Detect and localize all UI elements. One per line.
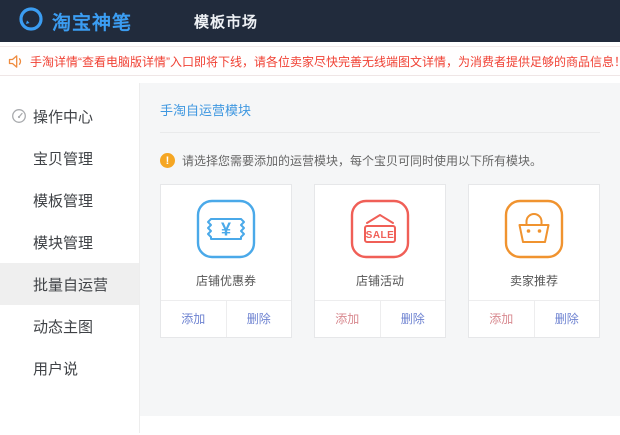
content-panel: 手淘自运营模块 ! 请选择您需要添加的运营模块，每个宝贝可同时使用以下所有模块。…: [140, 83, 620, 416]
sidebar-item-label: 模块管理: [33, 232, 93, 253]
card-footer: 添加 删除: [469, 300, 599, 337]
sidebar-item-item-management[interactable]: 宝贝管理: [0, 137, 139, 179]
card-label: 卖家推荐: [469, 272, 599, 289]
section-title: 手淘自运营模块: [160, 100, 600, 133]
svg-text:¥: ¥: [221, 220, 231, 240]
sidebar-item-template-management[interactable]: 模板管理: [0, 179, 139, 221]
card-store-coupon: ¥ 店铺优惠券 添加 删除: [160, 184, 292, 338]
sidebar-item-label: 模板管理: [33, 190, 93, 211]
add-button[interactable]: 添加: [315, 301, 381, 337]
announcement-bar: 手淘详情“查看电脑版详情”入口即将下线，请各位卖家尽快完善无线端图文详情，为消费…: [0, 46, 620, 76]
sidebar: 操作中心 宝贝管理 模板管理 模块管理 批量自运营 动态主图 用户说: [0, 83, 140, 433]
sidebar-item-label: 操作中心: [33, 106, 93, 127]
app-header: 淘宝神笔 模板市场: [0, 0, 620, 42]
sidebar-item-module-management[interactable]: 模块管理: [0, 221, 139, 263]
delete-button[interactable]: 删除: [381, 301, 446, 337]
app-logo[interactable]: 淘宝神笔: [18, 6, 132, 37]
delete-button[interactable]: 删除: [227, 301, 292, 337]
sidebar-item-operation-center[interactable]: 操作中心: [0, 95, 139, 137]
gauge-icon: [11, 108, 27, 124]
svg-text:SALE: SALE: [366, 230, 395, 241]
module-cards: ¥ 店铺优惠券 添加 删除: [160, 184, 600, 338]
tip-row: ! 请选择您需要添加的运营模块，每个宝贝可同时使用以下所有模块。: [160, 152, 600, 169]
delete-button[interactable]: 删除: [535, 301, 600, 337]
card-seller-recommendation: 卖家推荐 添加 删除: [468, 184, 600, 338]
nav-title-template-market[interactable]: 模板市场: [194, 11, 258, 32]
sidebar-item-label: 动态主图: [33, 316, 93, 337]
sale-sign-icon: SALE: [349, 247, 411, 264]
card-body: SALE 店铺活动: [315, 185, 445, 289]
card-label: 店铺优惠券: [161, 272, 291, 289]
sidebar-item-user-reviews[interactable]: 用户说: [0, 347, 139, 389]
sidebar-item-label: 批量自运营: [33, 274, 108, 295]
sidebar-item-label: 宝贝管理: [33, 148, 93, 169]
card-store-activity: SALE 店铺活动 添加 删除: [314, 184, 446, 338]
sidebar-item-dynamic-main-image[interactable]: 动态主图: [0, 305, 139, 347]
tip-text: 请选择您需要添加的运营模块，每个宝贝可同时使用以下所有模块。: [182, 152, 542, 169]
coupon-icon: ¥: [195, 247, 257, 264]
card-body: 卖家推荐: [469, 185, 599, 289]
logo-text: 淘宝神笔: [52, 8, 132, 35]
megaphone-icon: [8, 54, 24, 69]
card-footer: 添加 删除: [315, 300, 445, 337]
main-layout: 操作中心 宝贝管理 模板管理 模块管理 批量自运营 动态主图 用户说 手淘自运营…: [0, 83, 620, 433]
card-footer: 添加 删除: [161, 300, 291, 337]
shenbi-logo-icon: [18, 6, 44, 37]
announcement-text: 手淘详情“查看电脑版详情”入口即将下线，请各位卖家尽快完善无线端图文详情，为消费…: [30, 53, 620, 70]
card-body: ¥ 店铺优惠券: [161, 185, 291, 289]
warning-icon: !: [160, 153, 175, 168]
sidebar-item-batch-self-operation[interactable]: 批量自运营: [0, 263, 139, 305]
add-button[interactable]: 添加: [469, 301, 535, 337]
sidebar-item-label: 用户说: [33, 358, 78, 379]
card-label: 店铺活动: [315, 272, 445, 289]
add-button[interactable]: 添加: [161, 301, 227, 337]
shopping-bag-icon: [503, 247, 565, 264]
